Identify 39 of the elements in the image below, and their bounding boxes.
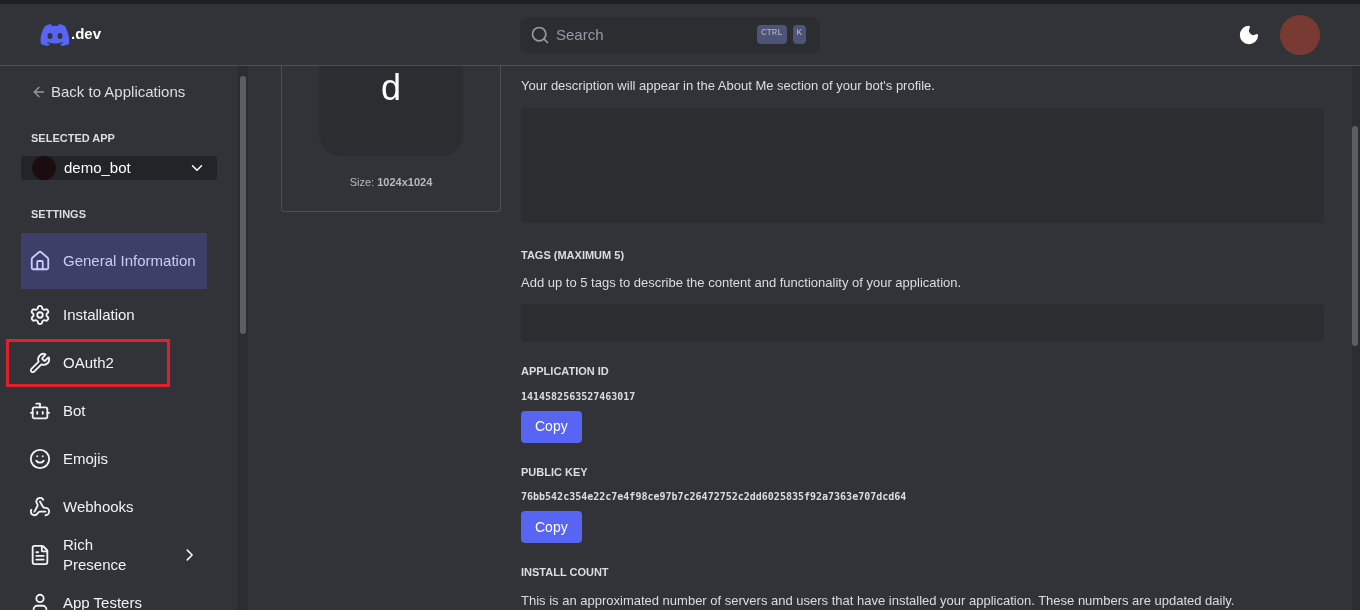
scrollbar-thumb[interactable] <box>1352 126 1358 346</box>
sidebar-item[interactable]: Emojis <box>21 436 207 481</box>
field-heading: INSTALL COUNT <box>521 565 610 580</box>
sidebar-item[interactable]: Rich Presence <box>21 532 207 577</box>
icon-preview[interactable]: d <box>319 66 463 156</box>
document-icon <box>29 543 51 566</box>
tags-hint: Add up to 5 tags to describe the content and functionality of your application. <box>521 274 963 293</box>
install-hint: This is an approximated number of servers and users that have installed your application. These numbers are updated daily. <box>521 591 1236 610</box>
section-heading: SELECTED APP <box>31 130 116 146</box>
copy-button[interactable]: Copy <box>521 511 582 543</box>
smiley-icon <box>29 447 51 470</box>
app-selector[interactable]: demo_bot <box>21 156 217 180</box>
sidebar-item[interactable]: Bot <box>21 388 207 433</box>
app-avatar <box>32 156 56 180</box>
field-value: 76bb542c354e22c7e4f98ce97b7c26472752c2dd6025835f92a7363e707dcd64 <box>521 490 907 504</box>
description-hint: Your description will appear in the About Me section of your bot's profile. <box>521 77 936 95</box>
field-value: 1414582563527463017 <box>521 389 636 404</box>
sidebar-item[interactable]: App Testers <box>21 580 207 610</box>
field-heading: APPLICATION ID <box>521 364 609 379</box>
field-heading: TAGS (MAXIMUM 5) <box>521 247 626 263</box>
sidebar-item[interactable]: OAuth2 <box>8 340 168 385</box>
avatar[interactable] <box>1280 14 1320 55</box>
search-icon <box>530 24 550 45</box>
field-heading: PUBLIC KEY <box>521 464 588 480</box>
home-icon <box>29 249 51 272</box>
sidebar-item[interactable]: Installation <box>21 292 207 337</box>
back-link[interactable]: Back to Applications <box>31 81 217 104</box>
wrench-icon <box>29 351 51 374</box>
scrollbar-thumb[interactable] <box>240 76 246 334</box>
gear-icon <box>29 303 51 326</box>
webhook-icon <box>29 495 51 518</box>
logo-text: .dev <box>71 24 101 45</box>
discord-logo-icon <box>40 23 70 46</box>
icon-size-text: Size: 1024x1024 <box>349 175 433 190</box>
copy-button[interactable]: Copy <box>521 410 582 443</box>
moon-icon[interactable] <box>1238 23 1260 46</box>
sidebar-item[interactable]: General Information <box>21 232 207 289</box>
section-heading: SETTINGS <box>31 207 87 222</box>
sidebar-item[interactable]: Webhooks <box>21 484 207 529</box>
